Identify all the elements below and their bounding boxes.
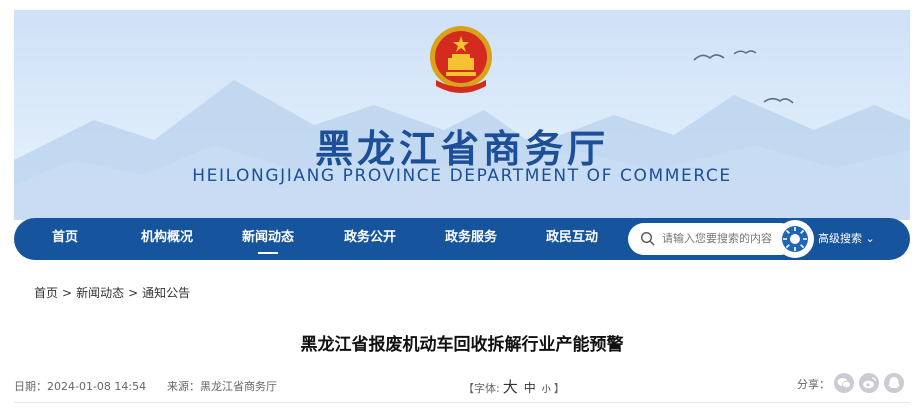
font-size-prefix: 【字体: [463, 382, 500, 395]
advanced-search-label: 高级搜索 [818, 232, 862, 245]
wechat-icon[interactable] [834, 373, 854, 393]
font-medium-button[interactable]: 中 [524, 381, 536, 395]
header-banner: 黑龙江省商务厅 HEILONGJIANG PROVINCE DEPARTMENT… [14, 10, 910, 220]
source-value: 黑龙江省商务厅 [200, 380, 277, 393]
search-icon [640, 231, 655, 246]
breadcrumb: 首页 > 新闻动态 > 通知公告 [34, 284, 190, 301]
article-date: 日期：2024-01-08 14:54 [14, 378, 146, 394]
font-size-control: 【字体: 大中小】 [463, 376, 565, 397]
article-source: 来源：黑龙江省商务厅 [167, 378, 277, 394]
nav-item-about[interactable]: 机构概况 [127, 218, 207, 260]
article-title: 黑龙江省报废机动车回收拆解行业产能预警 [300, 335, 624, 355]
nav-item-home[interactable]: 首页 [25, 218, 105, 260]
breadcrumb-separator: > [128, 286, 139, 300]
breadcrumb-separator: > [62, 286, 73, 300]
national-emblem [430, 26, 492, 93]
search-placeholder: 请输入您要搜索的内容 [662, 232, 772, 245]
nav-item-news[interactable]: 新闻动态 [228, 218, 308, 260]
date-label: 日期： [14, 380, 47, 393]
advanced-search-link[interactable]: 高级搜索 ⌄ [818, 218, 875, 260]
qq-icon[interactable] [884, 373, 904, 393]
search-input[interactable]: 请输入您要搜索的内容 [628, 223, 796, 255]
font-large-button[interactable]: 大 [503, 378, 518, 396]
font-small-button[interactable]: 小 [542, 385, 551, 395]
date-value: 2024-01-08 14:54 [47, 380, 147, 393]
font-size-suffix: 】 [553, 382, 565, 395]
main-nav: 首页 机构概况 新闻动态 政务公开 政务服务 政民互动 请输入您要搜索的内容 高… [14, 218, 910, 260]
weibo-icon[interactable] [859, 373, 879, 393]
breadcrumb-home[interactable]: 首页 [34, 286, 58, 300]
source-label: 来源： [167, 380, 200, 393]
chevron-down-icon: ⌄ [865, 232, 875, 245]
site-title-cn: 黑龙江省商务厅 [314, 127, 609, 171]
nav-item-gov-services[interactable]: 政务服务 [431, 218, 511, 260]
search-button[interactable] [776, 220, 814, 258]
nav-item-gov-affairs[interactable]: 政务公开 [330, 218, 410, 260]
breadcrumb-notices[interactable]: 通知公告 [142, 286, 190, 300]
nav-item-interaction[interactable]: 政民互动 [532, 218, 612, 260]
site-title-en: HEILONGJIANG PROVINCE DEPARTMENT OF COMM… [192, 166, 732, 186]
share-label: 分享： [797, 378, 830, 391]
breadcrumb-news[interactable]: 新闻动态 [76, 286, 124, 300]
meta-divider [14, 402, 910, 403]
